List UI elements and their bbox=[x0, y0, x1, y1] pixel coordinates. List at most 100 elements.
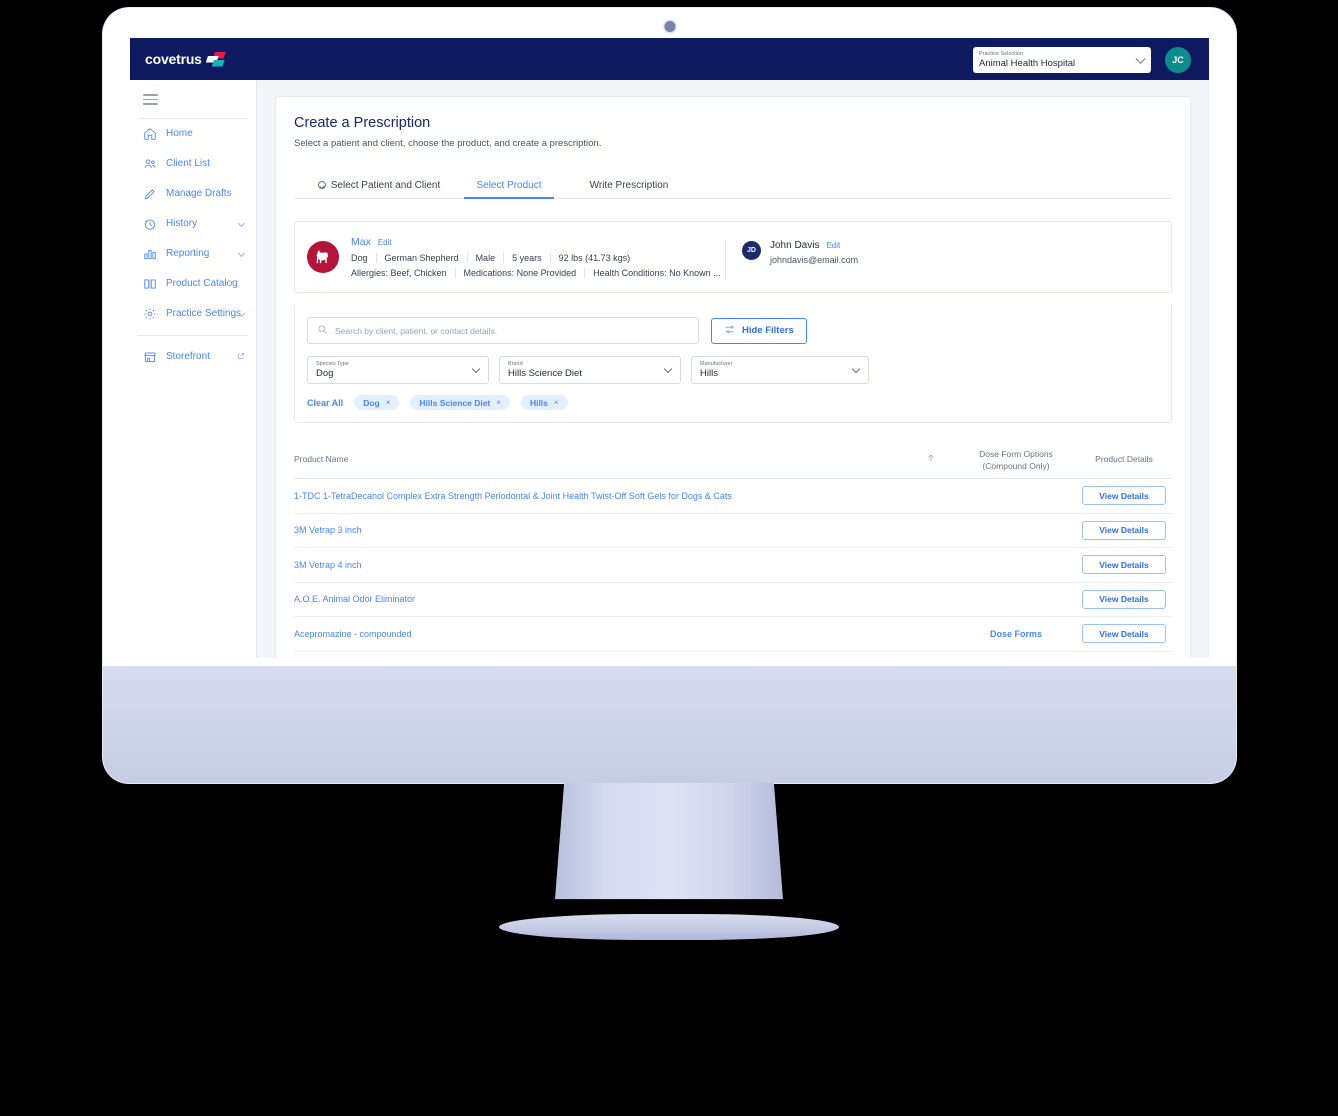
table-header-row: Product Name Dose Form Options (Compound… bbox=[294, 445, 1172, 479]
sidebar-item-history[interactable]: History bbox=[130, 209, 256, 239]
patient-allergies: Allergies: Beef, Chicken bbox=[351, 268, 456, 278]
product-details-cell: View Details bbox=[1076, 589, 1172, 609]
practice-selection-label: Practice Selection bbox=[979, 50, 1024, 57]
tab-select-patient-and-client[interactable]: Select Patient and Client bbox=[294, 175, 464, 198]
table-row[interactable]: 3M Vetrap 3 inch View Details bbox=[294, 514, 1172, 548]
user-avatar[interactable]: JC bbox=[1165, 47, 1191, 73]
manufacturer-label: Manufacturer bbox=[700, 360, 733, 367]
sidebar-item-label: History bbox=[166, 218, 198, 230]
edit-client-link[interactable]: Edit bbox=[826, 241, 840, 250]
sidebar-nav: Home Client List Manage Drafts History R… bbox=[130, 80, 257, 658]
clock-history-icon bbox=[143, 217, 157, 231]
prescription-card: Create a Prescription Select a patient a… bbox=[275, 96, 1191, 658]
product-details-cell: View Details bbox=[1076, 555, 1172, 575]
close-icon[interactable]: × bbox=[496, 398, 501, 407]
patient-health-conditions: Health Conditions: No Known ... bbox=[593, 268, 721, 278]
chevron-down-icon bbox=[237, 219, 246, 227]
product-details-cell: View Details bbox=[1076, 486, 1172, 506]
sidebar-item-label: Manage Drafts bbox=[166, 188, 232, 200]
table-row[interactable]: 1-TDC 1-TetraDecanol Complex Extra Stren… bbox=[294, 479, 1172, 514]
webcam-dot bbox=[664, 21, 675, 32]
dose-forms-link[interactable]: Dose Forms bbox=[956, 629, 1076, 639]
sidebar-item-home[interactable]: Home bbox=[130, 119, 256, 149]
chip-label: Hills Science Diet bbox=[419, 397, 491, 408]
filter-chip-dog[interactable]: Dog × bbox=[354, 395, 400, 410]
view-details-button[interactable]: View Details bbox=[1082, 520, 1166, 540]
product-name-link[interactable]: 3M Vetrap 4 inch bbox=[294, 560, 906, 570]
close-icon[interactable]: × bbox=[554, 398, 559, 407]
sidebar-item-reporting[interactable]: Reporting bbox=[130, 239, 256, 269]
sidebar-item-storefront[interactable]: Storefront bbox=[130, 342, 256, 372]
product-details-cell: View Details bbox=[1076, 624, 1172, 644]
patient-health-attributes: Allergies: Beef, Chicken Medications: No… bbox=[351, 268, 729, 278]
product-name-link[interactable]: 1-TDC 1-TetraDecanol Complex Extra Stren… bbox=[294, 491, 906, 501]
practice-selection-dropdown[interactable]: Practice Selection Animal Health Hospita… bbox=[973, 47, 1151, 73]
sidebar-item-client-list[interactable]: Client List bbox=[130, 149, 256, 179]
view-details-button[interactable]: View Details bbox=[1082, 589, 1166, 609]
page-subtitle: Select a patient and client, choose the … bbox=[294, 138, 602, 149]
app-header: covetrus Practice Selection Animal Healt… bbox=[130, 38, 1209, 80]
patient-weight: 92 lbs (41.73 kgs) bbox=[558, 253, 631, 263]
table-row[interactable]: Acepromazine Injectable View Details bbox=[294, 652, 1172, 659]
product-name-link[interactable]: Acepromazine - compounded bbox=[294, 629, 906, 639]
filters-row: Species Type Dog Brand Hills Science Die… bbox=[295, 344, 1171, 384]
edit-patient-link[interactable]: Edit bbox=[378, 238, 392, 247]
pencil-icon bbox=[143, 187, 157, 201]
sidebar-item-label: Client List bbox=[166, 158, 210, 170]
view-details-button[interactable]: View Details bbox=[1082, 555, 1166, 575]
sort-ascending-arrow-icon[interactable] bbox=[906, 445, 956, 466]
brand-label: Brand bbox=[508, 360, 523, 367]
table-row[interactable]: Acepromazine - compounded Dose Forms Vie… bbox=[294, 617, 1172, 652]
column-header-product-name[interactable]: Product Name bbox=[294, 445, 906, 464]
dog-icon bbox=[307, 241, 339, 273]
tab-write-prescription[interactable]: Write Prescription bbox=[554, 175, 704, 198]
search-icon bbox=[317, 322, 328, 340]
product-name-link[interactable]: A.O.E. Animal Odor Eliminator bbox=[294, 594, 906, 604]
covetrus-logo[interactable]: covetrus bbox=[145, 51, 226, 67]
patient-sex: Male bbox=[468, 253, 505, 263]
brand-value: Hills Science Diet bbox=[508, 367, 582, 379]
sidebar-item-practice-settings[interactable]: Practice Settings bbox=[130, 299, 256, 329]
active-filter-chips: Clear All Dog × Hills Science Diet × Hil… bbox=[295, 384, 1171, 422]
patient-name[interactable]: Max bbox=[351, 236, 371, 248]
book-icon bbox=[143, 277, 157, 291]
view-details-button[interactable]: View Details bbox=[1082, 624, 1166, 644]
filter-chip-hills[interactable]: Hills × bbox=[520, 395, 568, 410]
imac-monitor: covetrus Practice Selection Animal Healt… bbox=[103, 8, 1236, 783]
tab-label: Select Patient and Client bbox=[330, 180, 441, 191]
screen-viewport: covetrus Practice Selection Animal Healt… bbox=[130, 38, 1209, 658]
column-header-dose-form-options: Dose Form Options (Compound Only) bbox=[956, 445, 1076, 472]
search-input[interactable]: Search by client, patient, or contact de… bbox=[307, 317, 699, 344]
view-details-button[interactable]: View Details bbox=[1082, 486, 1166, 506]
manufacturer-select[interactable]: Manufacturer Hills bbox=[691, 356, 869, 384]
practice-selection-value: Animal Health Hospital bbox=[979, 57, 1076, 69]
chip-label: Hills bbox=[529, 397, 548, 408]
clear-all-button[interactable]: Clear All bbox=[307, 398, 343, 408]
logo-wordmark: covetrus bbox=[145, 51, 202, 67]
product-details-cell: View Details bbox=[1076, 520, 1172, 540]
search-placeholder: Search by client, patient, or contact de… bbox=[335, 325, 498, 336]
hide-filters-label: Hide Filters bbox=[742, 325, 794, 336]
storefront-icon bbox=[143, 350, 157, 364]
sidebar-item-label: Product Catalog bbox=[166, 278, 238, 290]
hamburger-icon[interactable] bbox=[143, 94, 158, 105]
sidebar-divider-bottom bbox=[138, 334, 248, 336]
manufacturer-value: Hills bbox=[700, 367, 718, 379]
close-icon[interactable]: × bbox=[386, 398, 391, 407]
filter-chip-hills-science-diet[interactable]: Hills Science Diet × bbox=[410, 395, 510, 410]
sidebar-item-product-catalog[interactable]: Product Catalog bbox=[130, 269, 256, 299]
species-type-select[interactable]: Species Type Dog bbox=[307, 356, 489, 384]
gear-icon bbox=[143, 307, 157, 321]
patient-breed: German Shepherd bbox=[377, 253, 468, 263]
product-name-link[interactable]: 3M Vetrap 3 inch bbox=[294, 525, 906, 535]
hide-filters-button[interactable]: Hide Filters bbox=[711, 317, 807, 344]
brand-select[interactable]: Brand Hills Science Diet bbox=[499, 356, 681, 384]
table-row[interactable]: A.O.E. Animal Odor Eliminator View Detai… bbox=[294, 583, 1172, 617]
patient-info: Max Edit Dog German Shepherd Male 5 year… bbox=[351, 236, 729, 278]
covetrus-logo-mark bbox=[205, 51, 226, 67]
sidebar-item-manage-drafts[interactable]: Manage Drafts bbox=[130, 179, 256, 209]
tab-label: Write Prescription bbox=[589, 180, 669, 191]
dose-form-line1: Dose Form Options bbox=[979, 449, 1053, 459]
table-row[interactable]: 3M Vetrap 4 inch View Details bbox=[294, 548, 1172, 583]
tab-select-product[interactable]: Select Product bbox=[464, 175, 554, 199]
